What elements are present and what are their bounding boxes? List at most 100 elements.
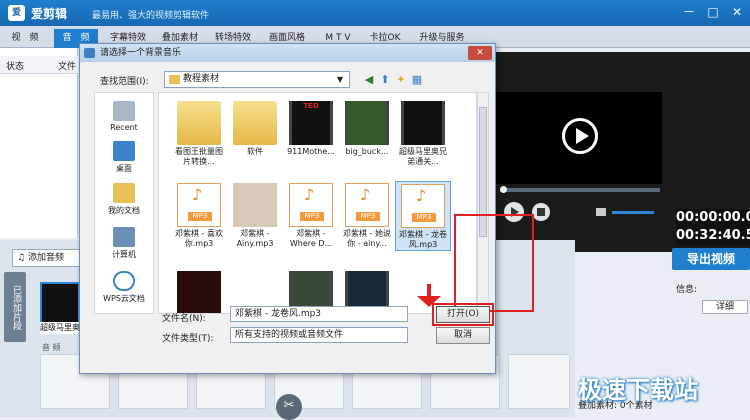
file-name: big_buck... bbox=[345, 147, 389, 156]
cancel-button[interactable]: 取消 bbox=[436, 327, 490, 344]
export-video-button[interactable]: 导出视频 bbox=[672, 248, 750, 270]
add-audio-button[interactable]: ♫ 添加音频 bbox=[12, 249, 82, 267]
video-thumbnail bbox=[345, 101, 389, 145]
play-overlay-icon[interactable] bbox=[562, 118, 598, 154]
place-label: Recent bbox=[110, 123, 138, 132]
file-name: 邓紫棋 - 她说你 - ainy... bbox=[343, 229, 391, 248]
file-name: 邓紫棋 - 喜欢你.mp3 bbox=[175, 229, 223, 248]
watermark: 极速下载站 bbox=[578, 376, 698, 404]
look-in-label: 查找范围(I): bbox=[100, 77, 149, 87]
new-folder-icon[interactable]: ✦ bbox=[394, 73, 408, 87]
file-name: 邓紫棋 - Ainy.mp3 bbox=[236, 229, 274, 248]
clip-label: 超级马里奥 bbox=[40, 322, 82, 334]
file-item[interactable] bbox=[173, 271, 225, 313]
place-wps-cloud[interactable]: WPS云文档 bbox=[95, 271, 153, 304]
progress-handle[interactable] bbox=[500, 186, 507, 193]
app-title: 爱剪辑 bbox=[31, 7, 68, 21]
video-thumbnail bbox=[401, 101, 445, 145]
mp3-file-icon: ♪ MP3 bbox=[289, 183, 333, 227]
total-time: 00:32:40.530 bbox=[676, 227, 750, 245]
file-name: 软件 bbox=[247, 147, 263, 156]
file-name: 邓紫棋 - Where D... bbox=[289, 229, 333, 248]
file-item[interactable]: ♪ MP3 邓紫棋 - 她说你 - ainy... bbox=[341, 183, 393, 249]
progress-slider[interactable] bbox=[500, 186, 660, 193]
close-button[interactable]: ✕ bbox=[726, 3, 748, 21]
album-art-thumbnail bbox=[233, 183, 277, 227]
file-item[interactable]: 看图王批量图片转换... bbox=[173, 101, 225, 167]
folder-icon bbox=[177, 101, 221, 145]
mp3-file-icon: ♪ MP3 bbox=[401, 184, 445, 228]
audio-track-label: 音 频 bbox=[42, 343, 61, 352]
app-logo-icon: 爱 bbox=[8, 5, 25, 21]
back-icon[interactable]: ◀ bbox=[362, 73, 376, 87]
chevron-down-icon: ▼ bbox=[337, 75, 344, 84]
place-computer[interactable]: 计算机 bbox=[95, 227, 153, 260]
file-item[interactable]: 邓紫棋 - Ainy.mp3 bbox=[229, 183, 281, 249]
info-label: 信息: bbox=[676, 285, 698, 295]
track-cell[interactable] bbox=[508, 354, 570, 409]
audio-list-header: 状态 文件 bbox=[0, 56, 78, 74]
place-label: 计算机 bbox=[112, 250, 136, 259]
file-name: 超级马里奥兄弟通关... bbox=[399, 147, 447, 166]
background-music-dialog: 请选择一个背景音乐 ✕ 查找范围(I): 教程素材 ▼ ◀ ⬆ ✦ ▦ Rece… bbox=[79, 43, 534, 374]
file-item[interactable]: 超级马里奥兄弟通关... bbox=[397, 101, 449, 167]
documents-icon bbox=[113, 183, 135, 203]
up-folder-icon[interactable]: ⬆ bbox=[378, 73, 392, 87]
dialog-app-icon bbox=[84, 48, 95, 58]
place-documents[interactable]: 我的文档 bbox=[95, 183, 153, 216]
place-label: 桌面 bbox=[116, 164, 132, 173]
video-thumbnail: TED bbox=[289, 101, 333, 145]
file-name: 邓紫棋 - 龙卷风.mp3 bbox=[399, 230, 447, 249]
file-item[interactable]: ♪ MP3 邓紫棋 - 喜欢你.mp3 bbox=[173, 183, 225, 249]
mp3-file-icon: ♪ MP3 bbox=[345, 183, 389, 227]
scissors-icon[interactable]: ✂ bbox=[276, 394, 302, 420]
minimize-button[interactable]: － bbox=[678, 3, 700, 21]
place-desktop[interactable]: 桌面 bbox=[95, 141, 153, 174]
filename-input[interactable]: 邓紫棋 - 龙卷风.mp3 bbox=[230, 306, 408, 322]
computer-icon bbox=[113, 227, 135, 247]
recent-icon bbox=[113, 101, 135, 121]
desktop-icon bbox=[113, 141, 135, 161]
app-slogan: 最易用、强大的视频剪辑软件 bbox=[92, 11, 210, 21]
detail-button[interactable]: 详细 bbox=[702, 300, 748, 314]
audio-list-panel bbox=[0, 48, 78, 238]
file-item[interactable]: 软件 bbox=[229, 101, 281, 157]
filetype-dropdown[interactable]: 所有支持的视频或音频文件 bbox=[230, 327, 408, 343]
file-name: 看图王批量图片转换... bbox=[175, 147, 223, 166]
dialog-title: 请选择一个背景音乐 bbox=[80, 44, 495, 62]
look-in-dropdown[interactable]: 教程素材 ▼ bbox=[164, 71, 350, 88]
folder-icon bbox=[233, 101, 277, 145]
music-note-icon: ♫ bbox=[17, 253, 28, 263]
dialog-close-button[interactable]: ✕ bbox=[468, 46, 492, 60]
file-item[interactable]: big_buck... bbox=[341, 101, 393, 157]
file-name: 911Mothe... bbox=[287, 147, 335, 156]
cloud-icon bbox=[113, 271, 135, 291]
current-time: 00:00:00.000 bbox=[676, 209, 750, 227]
highlight-selected-file bbox=[454, 214, 534, 312]
column-file[interactable]: 文件 bbox=[58, 59, 76, 72]
stop-button[interactable] bbox=[532, 203, 550, 221]
view-menu-icon[interactable]: ▦ bbox=[410, 73, 424, 87]
folder-icon bbox=[169, 75, 180, 84]
file-item-selected[interactable]: ♪ MP3 邓紫棋 - 龙卷风.mp3 bbox=[395, 181, 451, 251]
tab-video[interactable]: 视 频 bbox=[4, 29, 46, 48]
place-label: WPS云文档 bbox=[103, 294, 145, 303]
maximize-button[interactable]: □ bbox=[702, 3, 724, 21]
file-item[interactable]: TED 911Mothe... bbox=[285, 101, 337, 157]
filename-label: 文件名(N): bbox=[162, 314, 206, 324]
place-recent[interactable]: Recent bbox=[95, 101, 153, 132]
volume-icon[interactable] bbox=[596, 208, 606, 216]
filetype-label: 文件类型(T): bbox=[162, 334, 214, 344]
place-label: 我的文档 bbox=[108, 206, 140, 215]
look-in-value: 教程素材 bbox=[183, 74, 220, 84]
file-item[interactable]: ♪ MP3 邓紫棋 - Where D... bbox=[285, 183, 337, 249]
places-bar: Recent 桌面 我的文档 计算机 WPS云文档 bbox=[94, 92, 154, 314]
add-audio-label: 添加音频 bbox=[27, 253, 64, 263]
volume-slider[interactable] bbox=[612, 211, 654, 214]
file-list: 看图王批量图片转换... 软件 TED 911Mothe... big_buck… bbox=[158, 92, 477, 314]
mp3-file-icon: ♪ MP3 bbox=[177, 183, 221, 227]
red-arrow-icon bbox=[417, 284, 441, 307]
added-clips-tab[interactable]: 已添加片段 bbox=[4, 272, 26, 342]
column-status[interactable]: 状态 bbox=[6, 59, 24, 72]
video-thumbnail bbox=[177, 271, 221, 313]
